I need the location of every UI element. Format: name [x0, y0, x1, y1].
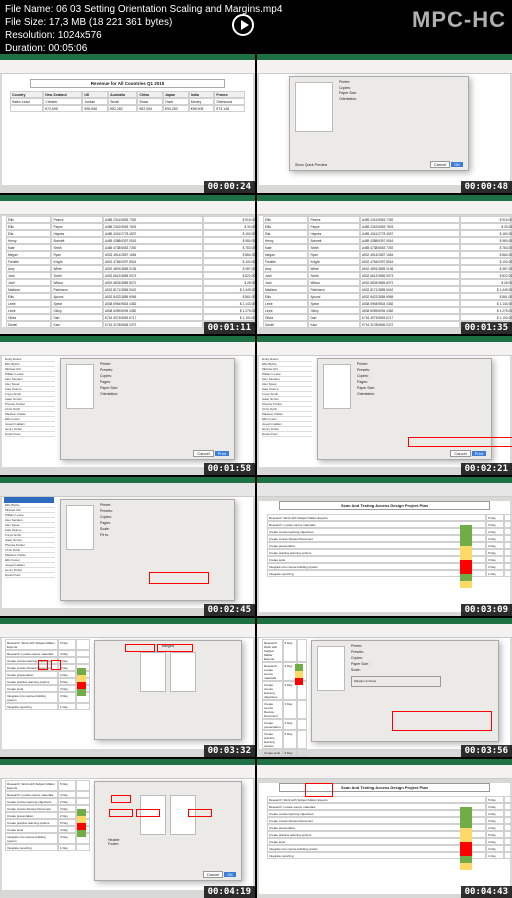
- margins-panel: Margins (inches): [351, 676, 441, 687]
- resolution-value: 1024x576: [58, 30, 102, 41]
- play-icon: [232, 14, 254, 36]
- timestamp: 00:01:35: [461, 322, 512, 334]
- file-size-value: 17,3 MB (18 221 361 bytes): [49, 17, 172, 28]
- file-name-label: File Name:: [5, 4, 53, 15]
- timestamp: 00:00:24: [204, 181, 255, 193]
- thumbnail[interactable]: EllisPearceA485 2341/5553 7392$ 915.00El…: [257, 195, 512, 334]
- thumbnail[interactable]: Emily EvansEllis BlytheMichael GillWilli…: [0, 336, 255, 475]
- timestamp: 00:04:19: [204, 886, 255, 898]
- red-highlight: [38, 660, 48, 670]
- info-bar: File Name: 06 03 Setting Orientation Sca…: [0, 0, 512, 54]
- timestamp: 00:03:09: [461, 604, 512, 616]
- thumbnail[interactable]: Research: Work with Subject Matter Exper…: [257, 618, 512, 757]
- cancel-button[interactable]: Cancel: [193, 450, 213, 457]
- red-highlight: [188, 809, 212, 817]
- thumbnail[interactable]: Printer: Copies: Paper Size: Orientation…: [257, 54, 512, 193]
- red-highlight: [109, 809, 133, 817]
- thumbnail[interactable]: Emily EvansEllis BlytheMichael GillWilli…: [0, 477, 255, 616]
- cancel-button[interactable]: Cancel: [430, 161, 450, 168]
- red-highlight: [305, 783, 333, 797]
- timestamp: 00:02:45: [204, 604, 255, 616]
- red-highlight: [111, 795, 131, 803]
- timestamp: 00:02:21: [461, 463, 512, 475]
- cancel-button[interactable]: Cancel: [203, 871, 223, 878]
- timestamp: 00:03:32: [204, 745, 255, 757]
- resolution-label: Resolution:: [5, 30, 55, 41]
- duration-label: Duration:: [5, 43, 46, 54]
- thumbnail[interactable]: EllisPearceA485 2341/5553 7392$ 915.00El…: [0, 195, 255, 334]
- red-highlight: [408, 437, 512, 447]
- thumbnail[interactable]: Scan And Testing Access Design Project P…: [257, 759, 512, 898]
- duration-value: 00:05:06: [48, 43, 87, 54]
- print-button[interactable]: Print: [215, 451, 229, 456]
- red-highlight: [125, 644, 155, 652]
- ok-button[interactable]: OK: [224, 872, 236, 877]
- sheet-title: Revenue for All Countries Q1 2015: [30, 79, 225, 88]
- timestamp: 00:03:56: [461, 745, 512, 757]
- print-button[interactable]: Print: [472, 451, 486, 456]
- red-highlight: [149, 572, 209, 584]
- file-size-label: File Size:: [5, 17, 46, 28]
- cancel-button[interactable]: Cancel: [450, 450, 470, 457]
- thumbnail[interactable]: Scan And Testing Access Design Project P…: [257, 477, 512, 616]
- timestamp: 00:00:48: [461, 181, 512, 193]
- red-highlight: [51, 660, 61, 670]
- thumbnail-grid: Revenue for All Countries Q1 2015 Countr…: [0, 54, 512, 898]
- red-highlight: [157, 644, 193, 652]
- red-highlight: [392, 711, 492, 731]
- timestamp: 00:04:43: [461, 886, 512, 898]
- red-highlight: [136, 809, 160, 817]
- thumbnail[interactable]: Research: Work with Subject Matter Exper…: [0, 759, 255, 898]
- thumbnail[interactable]: Research: Work with Subject Matter Exper…: [0, 618, 255, 757]
- timestamp: 00:01:11: [204, 322, 255, 334]
- player-logo: MPC-HC: [412, 6, 506, 35]
- file-name-value: 06 03 Setting Orientation Scaling and Ma…: [56, 4, 282, 15]
- timestamp: 00:01:58: [204, 463, 255, 475]
- thumbnail[interactable]: Emily EvansEllis BlytheMichael GillWilli…: [257, 336, 512, 475]
- thumbnail[interactable]: Revenue for All Countries Q1 2015 Countr…: [0, 54, 255, 193]
- ok-button[interactable]: OK: [451, 162, 463, 167]
